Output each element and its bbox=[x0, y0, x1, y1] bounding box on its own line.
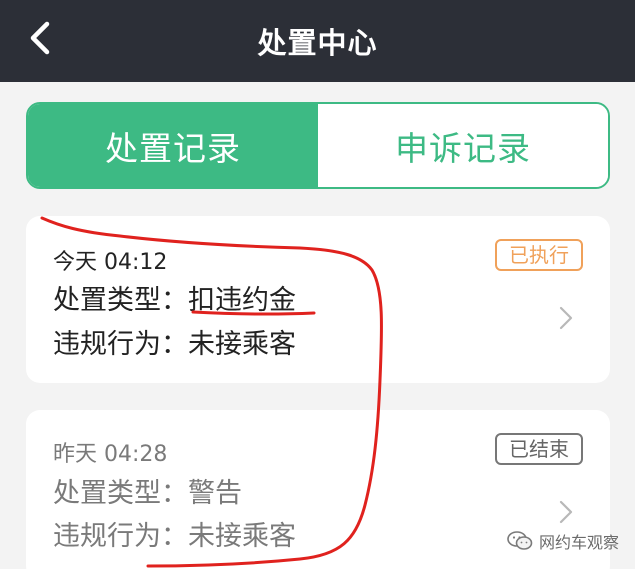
wechat-icon bbox=[507, 531, 533, 550]
tab-disposal-records[interactable]: 处置记录 bbox=[28, 104, 318, 187]
disposal-type-label: 处置类型： bbox=[53, 285, 188, 316]
record-time: 昨天 04:28 bbox=[53, 442, 168, 467]
disposal-type-label: 处置类型： bbox=[53, 478, 188, 509]
record-time: 今天 04:12 bbox=[53, 250, 168, 275]
disposal-type-row: 处置类型：扣违约金 bbox=[53, 278, 296, 317]
status-badge: 已结束 bbox=[495, 433, 583, 465]
disposal-type-value: 扣违约金 bbox=[188, 285, 296, 316]
watermark: 网约车观察 bbox=[507, 529, 619, 553]
record-card[interactable]: 今天 04:12 已执行 处置类型：扣违约金 违规行为：未接乘客 bbox=[26, 216, 610, 383]
watermark-text: 网约车观察 bbox=[538, 533, 619, 552]
violation-behavior-label: 违规行为： bbox=[53, 521, 188, 552]
chevron-right-icon[interactable] bbox=[556, 498, 576, 526]
violation-behavior-label: 违规行为： bbox=[53, 329, 188, 360]
violation-behavior-row: 违规行为：未接乘客 bbox=[53, 514, 296, 553]
violation-behavior-value: 未接乘客 bbox=[188, 521, 296, 552]
tab-appeal-records[interactable]: 申诉记录 bbox=[318, 104, 608, 187]
disposal-type-value: 警告 bbox=[188, 478, 242, 509]
record-tab-switcher: 处置记录 申诉记录 bbox=[26, 102, 610, 189]
disposal-type-row: 处置类型：警告 bbox=[53, 471, 242, 510]
top-navigation-bar: 处置中心 bbox=[0, 0, 635, 82]
page-title: 处置中心 bbox=[257, 26, 378, 60]
status-badge: 已执行 bbox=[495, 239, 583, 271]
violation-behavior-row: 违规行为：未接乘客 bbox=[53, 322, 296, 361]
violation-behavior-value: 未接乘客 bbox=[188, 329, 296, 360]
chevron-right-icon[interactable] bbox=[556, 304, 576, 332]
